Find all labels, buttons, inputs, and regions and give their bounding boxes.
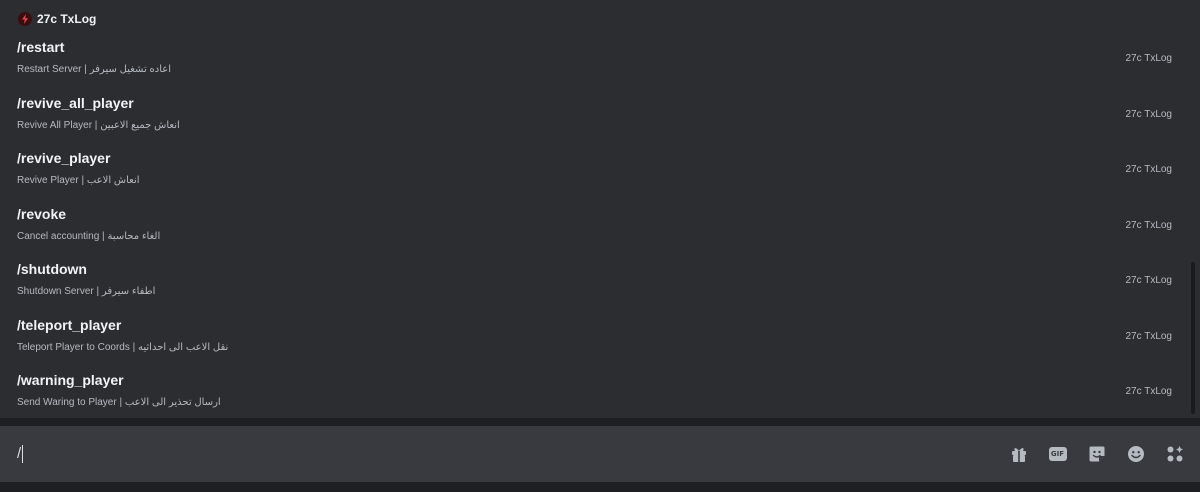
command-description: Cancel accounting | الغاء محاسبة (17, 230, 161, 242)
command-name: /teleport_player (17, 316, 122, 333)
command-autocomplete-popup: 27c TxLog /restart Restart Server | اعاد… (0, 0, 1200, 419)
scrollbar-thumb[interactable] (1191, 262, 1195, 414)
command-source: 27c TxLog (1125, 108, 1172, 120)
command-source: 27c TxLog (1125, 164, 1172, 175)
command-item-teleport-player[interactable]: /teleport_player Teleport Player to Coor… (0, 309, 1190, 365)
command-source: 27c TxLog (1125, 219, 1172, 231)
gif-label: GIF (1048, 446, 1067, 461)
app-name: 27c TxLog (37, 12, 97, 26)
command-item-revive-player[interactable]: /revive_player Revive Player | انعاش الا… (0, 142, 1190, 198)
command-source: 27c TxLog (1125, 53, 1172, 64)
command-source: 27c TxLog (1125, 386, 1172, 397)
command-name: /warning_player (17, 372, 124, 388)
command-name: /shutdown (17, 261, 87, 277)
app-header: 27c TxLog (18, 10, 96, 28)
message-input-value: / (17, 445, 22, 462)
message-input-bar: / GIF (0, 426, 1200, 482)
command-description: Shutdown Server | اطفاء سيرفر (17, 286, 156, 297)
command-description: Teleport Player to Coords | نقل الاعب ال… (17, 341, 229, 353)
message-input[interactable]: / (17, 444, 24, 464)
lightning-bolt-icon (18, 12, 32, 26)
command-name: /revive_all_player (17, 94, 134, 111)
text-caret (22, 445, 24, 463)
apps-icon[interactable] (1165, 444, 1184, 463)
command-description: Send Waring to Player | ارسال تحذير الى … (17, 397, 221, 408)
command-item-warning-player[interactable]: /warning_player Send Waring to Player | … (0, 364, 1190, 420)
command-description: Revive All Player | انعاش جميع الاعبين (17, 119, 180, 131)
command-item-revoke[interactable]: /revoke Cancel accounting | الغاء محاسبة… (0, 198, 1190, 254)
command-description: Revive Player | انعاش الاعب (17, 175, 140, 186)
command-item-shutdown[interactable]: /shutdown Shutdown Server | اطفاء سيرفر … (0, 253, 1190, 309)
input-actions: GIF (1009, 444, 1184, 463)
gift-icon[interactable] (1009, 444, 1028, 463)
command-name: /revive_player (17, 150, 111, 166)
command-list: /restart Restart Server | اعاده تشغيل سي… (0, 31, 1190, 420)
gif-icon[interactable]: GIF (1048, 444, 1067, 463)
emoji-icon[interactable] (1126, 444, 1145, 463)
command-name: /restart (17, 39, 65, 55)
command-item-revive-all-player[interactable]: /revive_all_player Revive All Player | ا… (0, 87, 1190, 143)
command-item-restart[interactable]: /restart Restart Server | اعاده تشغيل سي… (0, 31, 1190, 87)
command-description: Restart Server | اعاده تشغيل سيرفر (17, 64, 171, 75)
command-source: 27c TxLog (1125, 275, 1172, 286)
sticker-icon[interactable] (1087, 444, 1106, 463)
command-source: 27c TxLog (1125, 330, 1172, 342)
command-name: /revoke (17, 205, 67, 222)
